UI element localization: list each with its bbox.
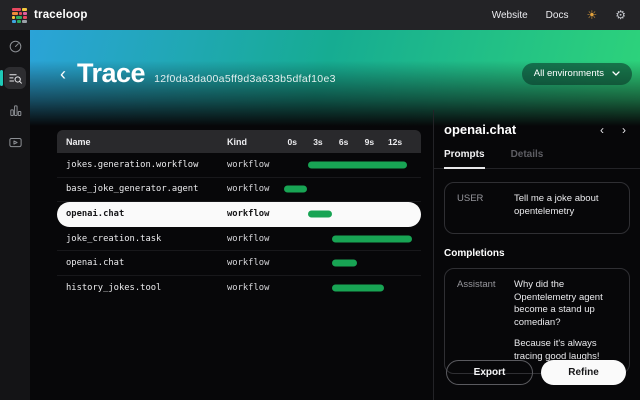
- environment-selector-label: All environments: [534, 68, 604, 79]
- trace-rows: jokes.generation.workflow workflow base_…: [57, 153, 421, 301]
- prev-span-chevron-icon[interactable]: ‹: [600, 124, 604, 136]
- brand-name: traceloop: [34, 9, 88, 21]
- duration-bar: [284, 186, 307, 193]
- prompt-message-card: USER Tell me a joke about opentelemetry: [444, 182, 630, 234]
- span-kind-cell: workflow: [227, 258, 277, 268]
- spans-table: Name Kind 0s 3s 6s 9s 12s jokes.generation.w…: [57, 130, 421, 301]
- spans-table-header: Name Kind 0s 3s 6s 9s 12s: [57, 130, 421, 153]
- bar-chart-icon: [8, 103, 23, 118]
- panel-actions: Export Refine: [446, 360, 626, 385]
- span-name-cell: openai.chat: [57, 209, 227, 219]
- detail-tabs: Prompts Details: [434, 149, 640, 169]
- span-name-cell: history_jokes.tool: [57, 283, 227, 293]
- column-header-name: Name: [57, 137, 227, 147]
- main-area: ‹ Trace 12f0da3da00a5ff9d3a633b5dfaf10e3…: [30, 30, 640, 400]
- timeline-tick: 6s: [339, 137, 348, 147]
- sidebar-nav: [0, 30, 30, 400]
- timeline-tick: 0s: [287, 137, 296, 147]
- span-kind-cell: workflow: [227, 209, 277, 219]
- traceloop-logo: [12, 8, 27, 23]
- span-timeline-cell: [277, 178, 413, 202]
- span-kind-cell: workflow: [227, 184, 277, 194]
- message-role: USER: [457, 193, 514, 223]
- page-title: Trace: [77, 58, 145, 89]
- docs-link[interactable]: Docs: [546, 10, 569, 21]
- completions-heading: Completions: [444, 248, 630, 259]
- span-title: openai.chat: [444, 122, 516, 137]
- span-timeline-cell: [277, 251, 413, 275]
- timeline-tick: 12s: [388, 137, 402, 147]
- website-link[interactable]: Website: [492, 10, 528, 21]
- back-chevron-icon[interactable]: ‹: [60, 65, 66, 83]
- trace-id: 12f0da3da00a5ff9d3a633b5dfaf10e3: [154, 73, 336, 85]
- app-window: traceloop Website Docs ☀ ⚙ ‹ Trace: [0, 0, 640, 400]
- timeline-tick: 3s: [313, 137, 322, 147]
- span-name-cell: base_joke_generator.agent: [57, 184, 227, 194]
- sidebar-item-dashboard[interactable]: [4, 35, 26, 57]
- settings-gear-icon[interactable]: ⚙: [615, 9, 626, 21]
- table-row[interactable]: openai.chat workflow: [57, 202, 421, 227]
- top-bar: traceloop Website Docs ☀ ⚙: [0, 0, 640, 30]
- tab-prompts[interactable]: Prompts: [444, 149, 485, 169]
- span-timeline-cell: [277, 276, 413, 301]
- sidebar-item-playground[interactable]: [4, 131, 26, 153]
- tab-details[interactable]: Details: [511, 149, 544, 168]
- message-text: Tell me a joke about opentelemetry: [514, 193, 617, 223]
- duration-bar: [332, 285, 384, 292]
- trace-search-icon: [8, 71, 23, 86]
- span-name-cell: joke_creation.task: [57, 234, 227, 244]
- timeline-tick: 9s: [365, 137, 374, 147]
- table-row[interactable]: openai.chat workflow: [57, 251, 421, 276]
- duration-bar: [308, 210, 332, 217]
- span-name-cell: jokes.generation.workflow: [57, 160, 227, 170]
- completion-role: Assistant: [457, 279, 514, 363]
- table-row[interactable]: joke_creation.task workflow: [57, 227, 421, 252]
- export-button[interactable]: Export: [446, 360, 533, 385]
- duration-bar: [308, 161, 407, 168]
- gauge-icon: [8, 39, 23, 54]
- duration-bar: [332, 235, 412, 242]
- chevron-down-icon: [612, 71, 620, 76]
- environment-selector[interactable]: All environments: [522, 63, 632, 85]
- completion-message-card: Assistant Why did the Opentelemetry agen…: [444, 268, 630, 374]
- span-timeline-cell: [277, 202, 413, 226]
- active-tab-indicator: [0, 70, 3, 86]
- column-header-kind: Kind: [227, 137, 277, 147]
- span-name-cell: openai.chat: [57, 258, 227, 268]
- duration-bar: [332, 260, 357, 267]
- span-detail-panel: openai.chat ‹ › Prompts Details USER Tel…: [433, 110, 640, 400]
- completion-text: Why did the Opentelemetry agent become a…: [514, 279, 617, 363]
- next-span-chevron-icon[interactable]: ›: [622, 124, 626, 136]
- span-timeline-cell: [277, 227, 413, 251]
- span-timeline-cell: [277, 153, 413, 177]
- span-kind-cell: workflow: [227, 283, 277, 293]
- sidebar-item-analytics[interactable]: [4, 99, 26, 121]
- table-row[interactable]: history_jokes.tool workflow: [57, 276, 421, 301]
- media-terminal-icon: [8, 135, 23, 150]
- timeline-ticks: 0s 3s 6s 9s 12s: [277, 130, 413, 153]
- sidebar-item-traces[interactable]: [4, 67, 26, 89]
- span-kind-cell: workflow: [227, 160, 277, 170]
- table-row[interactable]: base_joke_generator.agent workflow: [57, 178, 421, 203]
- refine-button[interactable]: Refine: [541, 360, 626, 385]
- table-row[interactable]: jokes.generation.workflow workflow: [57, 153, 421, 178]
- theme-sun-icon[interactable]: ☀: [586, 9, 597, 21]
- top-bar-links: Website Docs ☀ ⚙: [492, 9, 628, 21]
- span-kind-cell: workflow: [227, 234, 277, 244]
